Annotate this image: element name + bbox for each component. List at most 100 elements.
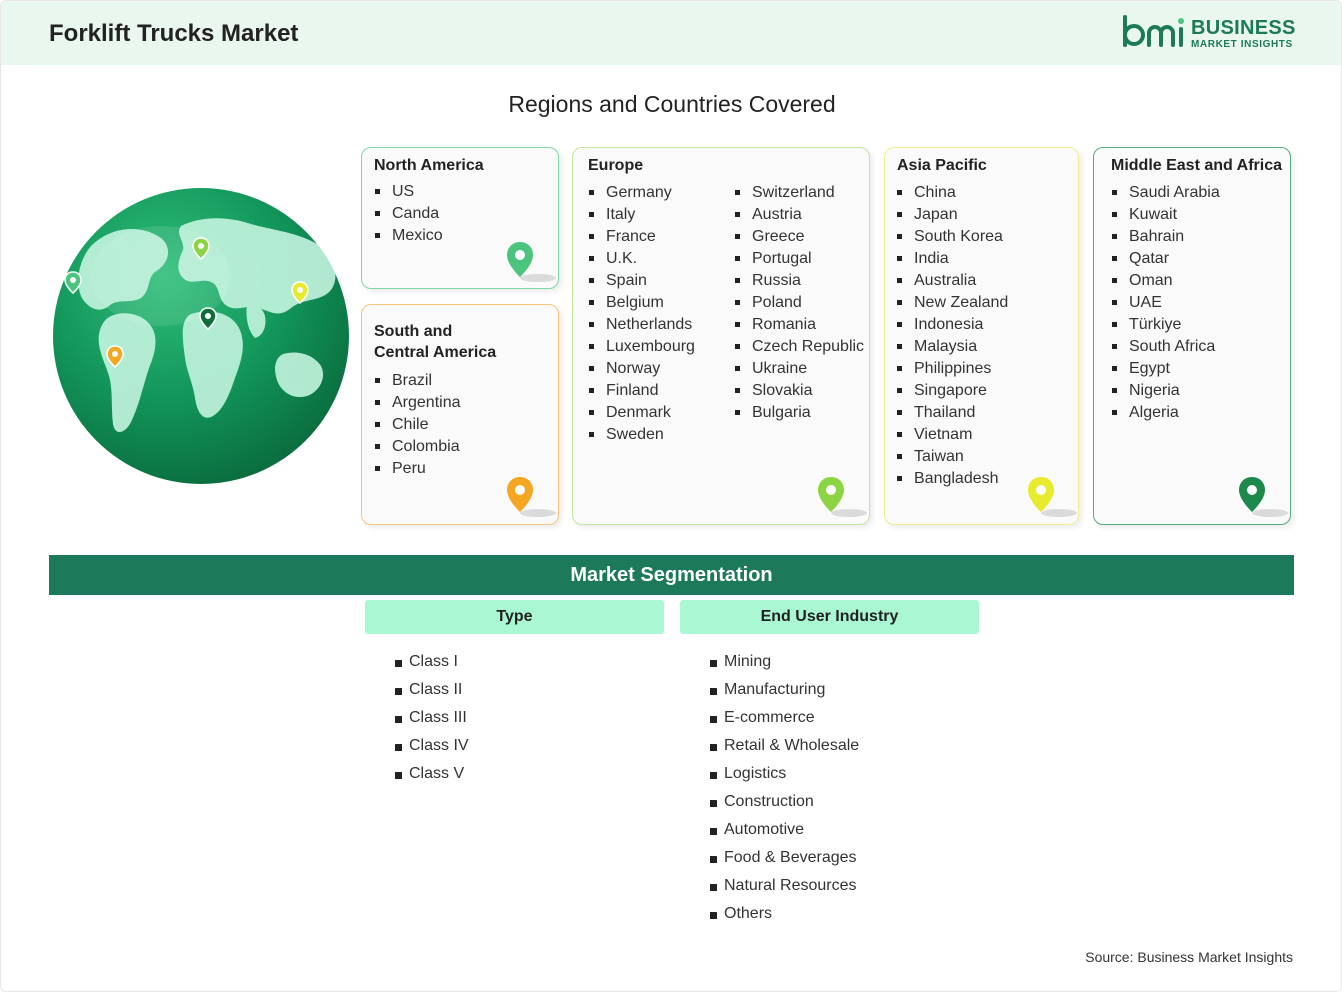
region-card-north-america: North America US Canda Mexico — [361, 147, 559, 289]
list-item: Finland — [589, 380, 695, 402]
list-item: E-commerce — [710, 704, 859, 732]
region-card-europe: Europe Germany Italy France U.K. Spain B… — [572, 147, 870, 525]
list-item: Automotive — [710, 816, 859, 844]
logo-business-text: BUSINESS — [1191, 17, 1296, 39]
list-item: Philippines — [897, 358, 1008, 380]
list-item: Natural Resources — [710, 872, 859, 900]
source-note: Source: Business Market Insights — [1085, 949, 1293, 965]
list-item: Retail & Wholesale — [710, 732, 859, 760]
list-item: France — [589, 226, 695, 248]
list-item: Mexico — [375, 225, 443, 247]
list-item: Peru — [375, 458, 461, 480]
list-item: Japan — [897, 204, 1008, 226]
list-item: Bangladesh — [897, 468, 1008, 490]
list-item: Saudi Arabia — [1112, 182, 1220, 204]
list-item: Spain — [589, 270, 695, 292]
list-item: Brazil — [375, 370, 461, 392]
country-list-europe-col1: Germany Italy France U.K. Spain Belgium … — [589, 182, 695, 446]
list-item: China — [897, 182, 1008, 204]
location-pin-icon — [507, 477, 556, 517]
list-item: Canda — [375, 203, 443, 225]
list-item: Others — [710, 900, 859, 928]
list-item: Poland — [735, 292, 864, 314]
region-card-south-central-america: South and Central America Brazil Argenti… — [361, 304, 559, 525]
list-item: Qatar — [1112, 248, 1220, 270]
segment-list-type: Class I Class II Class III Class IV Clas… — [395, 648, 469, 788]
list-item: Algeria — [1112, 402, 1220, 424]
list-item: Netherlands — [589, 314, 695, 336]
country-list-south-central-america: Brazil Argentina Chile Colombia Peru — [375, 370, 461, 480]
list-item: Ukraine — [735, 358, 864, 380]
list-item: Class III — [395, 704, 469, 732]
list-item: India — [897, 248, 1008, 270]
location-pin-icon — [1028, 477, 1077, 517]
list-item: Greece — [735, 226, 864, 248]
page-title: Forklift Trucks Market — [49, 20, 299, 47]
infographic-frame: Forklift Trucks Market BUSINESS MARKET I… — [0, 0, 1342, 992]
list-item: Mining — [710, 648, 859, 676]
logo-market-insights-text: MARKET INSIGHTS — [1191, 39, 1293, 50]
list-item: Class IV — [395, 732, 469, 760]
list-item: South Korea — [897, 226, 1008, 248]
location-pin-icon — [507, 242, 556, 282]
segment-header-type: Type — [365, 600, 664, 634]
list-item: Denmark — [589, 402, 695, 424]
location-pin-icon — [818, 477, 867, 517]
market-segmentation-bar: Market Segmentation — [49, 555, 1294, 595]
country-list-middle-east-africa: Saudi Arabia Kuwait Bahrain Qatar Oman U… — [1112, 182, 1220, 424]
list-item: Germany — [589, 182, 695, 204]
list-item: Taiwan — [897, 446, 1008, 468]
list-item: Bulgaria — [735, 402, 864, 424]
list-item: Kuwait — [1112, 204, 1220, 226]
list-item: Malaysia — [897, 336, 1008, 358]
header-bar: Forklift Trucks Market BUSINESS MARKET I… — [1, 1, 1341, 65]
list-item: Switzerland — [735, 182, 864, 204]
location-pin-icon — [1239, 477, 1288, 517]
list-item: South Africa — [1112, 336, 1220, 358]
list-item: Chile — [375, 414, 461, 436]
list-item: Slovakia — [735, 380, 864, 402]
region-title-line-2: Central America — [374, 344, 497, 361]
list-item: Australia — [897, 270, 1008, 292]
region-title-north-america: North America — [374, 157, 484, 174]
list-item: Manufacturing — [710, 676, 859, 704]
list-item: Indonesia — [897, 314, 1008, 336]
list-item: Construction — [710, 788, 859, 816]
list-item: Russia — [735, 270, 864, 292]
country-list-north-america: US Canda Mexico — [375, 181, 443, 247]
list-item: Colombia — [375, 436, 461, 458]
country-list-europe-col2: Switzerland Austria Greece Portugal Russ… — [735, 182, 864, 424]
list-item: U.K. — [589, 248, 695, 270]
list-item: Class II — [395, 676, 469, 704]
region-title-south-central-america: South and Central America — [374, 321, 496, 363]
list-item: Thailand — [897, 402, 1008, 424]
region-title-asia-pacific: Asia Pacific — [897, 157, 987, 174]
list-item: Italy — [589, 204, 695, 226]
list-item: New Zealand — [897, 292, 1008, 314]
region-card-middle-east-africa: Middle East and Africa Saudi Arabia Kuwa… — [1093, 147, 1291, 525]
list-item: Portugal — [735, 248, 864, 270]
list-item: Belgium — [589, 292, 695, 314]
segment-list-end-user-industry: Mining Manufacturing E-commerce Retail &… — [710, 648, 859, 928]
region-title-middle-east-africa: Middle East and Africa — [1111, 157, 1282, 174]
list-item: Oman — [1112, 270, 1220, 292]
segment-header-end-user-industry: End User Industry — [680, 600, 979, 634]
globe-image — [53, 188, 349, 484]
list-item: Class I — [395, 648, 469, 676]
region-card-asia-pacific: Asia Pacific China Japan South Korea Ind… — [884, 147, 1079, 525]
regions-title: Regions and Countries Covered — [508, 91, 836, 117]
country-list-asia-pacific: China Japan South Korea India Australia … — [897, 182, 1008, 490]
list-item: Egypt — [1112, 358, 1220, 380]
bmi-logo: BUSINESS MARKET INSIGHTS — [1121, 15, 1301, 55]
region-title-line-1: South and — [374, 323, 453, 340]
list-item: US — [375, 181, 443, 203]
list-item: Türkiye — [1112, 314, 1220, 336]
list-item: Class V — [395, 760, 469, 788]
list-item: Nigeria — [1112, 380, 1220, 402]
list-item: Romania — [735, 314, 864, 336]
list-item: Argentina — [375, 392, 461, 414]
list-item: Logistics — [710, 760, 859, 788]
list-item: Sweden — [589, 424, 695, 446]
list-item: Czech Republic — [735, 336, 864, 358]
list-item: Bahrain — [1112, 226, 1220, 248]
